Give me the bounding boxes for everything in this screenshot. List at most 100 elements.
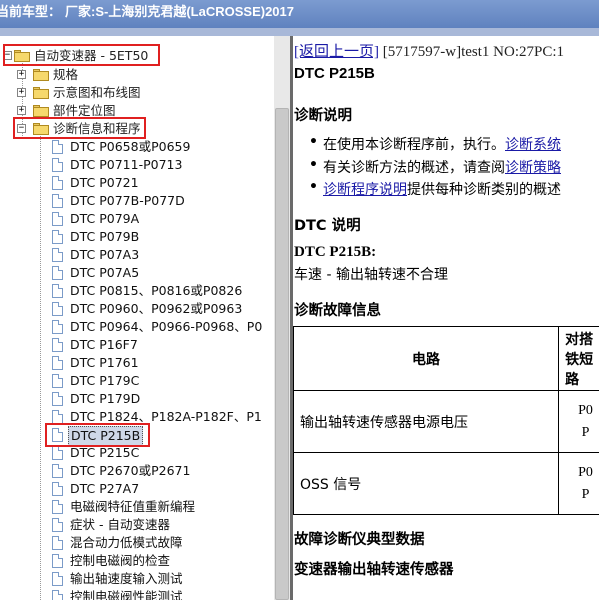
table-header-row: 电路 对搭铁短路 (293, 326, 599, 391)
tree-item[interactable]: DTC P179D (0, 390, 274, 408)
tree-item[interactable]: DTC P077B-P077D (0, 192, 274, 210)
doc-id: [5717597-w]test1 NO:27PC:1 (382, 44, 564, 60)
folder-icon (33, 69, 49, 81)
toolbar-strip (0, 28, 599, 36)
table-cell-code: P0 P (558, 390, 599, 453)
tree-item[interactable]: DTC P27A7 (0, 480, 274, 498)
tree-item-label: 控制电磁阀的检查 (70, 553, 171, 568)
bullet-item: 有关诊断方法的概述，请查阅诊断策略 (309, 157, 561, 177)
tree-item-label: DTC P0711-P0713 (70, 157, 183, 172)
table-cell-code: P0 P (558, 452, 599, 515)
document-icon (52, 518, 63, 532)
table-cell: OSS 信号 (293, 452, 560, 515)
tree-item[interactable]: DTC P07A5 (0, 264, 274, 282)
tree-item[interactable]: DTC P1761 (0, 354, 274, 372)
tree-item-label: DTC P0815、P0816或P0826 (70, 283, 243, 298)
document-icon (52, 464, 63, 478)
vehicle-value: 厂家:S-上海别克君越(LaCROSSE)2017 (65, 4, 294, 19)
document-icon (52, 248, 63, 262)
section-fault-info: 诊断故障信息 (294, 303, 381, 319)
highlight-box-selected (45, 423, 150, 447)
tree-item-label: DTC P079A (70, 211, 140, 226)
tree-item[interactable]: DTC P2670或P2671 (0, 462, 274, 480)
document-icon (52, 392, 63, 406)
vehicle-label: 当前车型： (0, 4, 62, 19)
document-icon (52, 320, 63, 334)
dtc-code-line: DTC P215B: (294, 244, 377, 260)
tree-item[interactable]: DTC P07A3 (0, 246, 274, 264)
document-icon (52, 536, 63, 550)
tree-item-label: DTC P07A5 (70, 265, 140, 280)
tree-item[interactable]: 控制电磁阀的检查 (0, 552, 274, 570)
tree-item[interactable]: 症状 - 自动变速器 (0, 516, 274, 534)
tree-item-label: DTC P2670或P2671 (70, 463, 191, 478)
back-link[interactable]: [返回上一页] (294, 44, 379, 60)
section-dtc-desc: DTC 说明 (294, 218, 361, 234)
title-bar: 当前车型： 厂家:S-上海别克君越(LaCROSSE)2017 (0, 0, 599, 28)
document-icon (52, 194, 63, 208)
document-icon (52, 554, 63, 568)
navigation-tree[interactable]: − 自动变速器 - 5ET50 + 规格 + 示意图和布线图 + 部件定位图 −… (0, 36, 274, 600)
tree-item-label: DTC P0658或P0659 (70, 139, 191, 154)
section-scan-data: 故障诊断仪典型数据 (294, 532, 425, 548)
link-procedure-description[interactable]: 诊断程序说明 (323, 182, 407, 198)
tree-item[interactable]: 输出轴速度输入测试 (0, 570, 274, 588)
document-icon (52, 356, 63, 370)
expand-icon[interactable]: + (17, 70, 26, 79)
tree-item[interactable]: DTC P079A (0, 210, 274, 228)
tree-item-label: DTC P0721 (70, 175, 139, 190)
tree-item-label: DTC P07A3 (70, 247, 140, 262)
scrollbar-thumb[interactable] (275, 108, 289, 600)
tree-item[interactable]: DTC P0964、P0966-P0968、P0 (0, 318, 274, 336)
tree-item[interactable]: 电磁阀特征值重新编程 (0, 498, 274, 516)
document-icon (52, 482, 63, 496)
folder-icon (33, 105, 49, 117)
tree-item[interactable]: DTC P0815、P0816或P0826 (0, 282, 274, 300)
tree-item-label: DTC P0964、P0966-P0968、P0 (70, 319, 263, 334)
tree-item-label: 混合动力低模式故障 (70, 535, 183, 550)
expand-icon[interactable]: + (17, 88, 26, 97)
tree-item[interactable]: DTC P0721 (0, 174, 274, 192)
tree-item[interactable]: DTC P0711-P0713 (0, 156, 274, 174)
bullet-item: 诊断程序说明提供每种诊断类别的概述 (309, 179, 561, 199)
tree-item[interactable]: 混合动力低模式故障 (0, 534, 274, 552)
document-icon (52, 374, 63, 388)
link-diagnostic-system[interactable]: 诊断系统 (505, 137, 561, 153)
tree-item-label: 输出轴速度输入测试 (70, 571, 183, 586)
document-icon (52, 590, 63, 600)
document-icon (52, 158, 63, 172)
folder-icon (33, 87, 49, 99)
tree-item[interactable]: DTC P079B (0, 228, 274, 246)
link-diagnostic-strategy[interactable]: 诊断策略 (505, 160, 561, 176)
tree-item[interactable]: DTC P0960、P0962或P0963 (0, 300, 274, 318)
document-icon (52, 338, 63, 352)
breadcrumb: [返回上一页] [5717597-w]test1 NO:27PC:1 (294, 40, 564, 61)
tree-item[interactable]: 控制电磁阀性能测试 (0, 588, 274, 600)
tree-item[interactable]: DTC P179C (0, 372, 274, 390)
section-sensor: 变速器输出轴转速传感器 (294, 562, 454, 578)
bullet-item: 在使用本诊断程序前，执行。诊断系统 (309, 134, 561, 154)
fault-info-table: 电路 对搭铁短路 输出轴转速传感器电源电压 P0 P OSS 信号 P0 P (293, 326, 599, 515)
tree-item-label: 电磁阀特征值重新编程 (70, 499, 196, 514)
tree-item-label: 症状 - 自动变速器 (70, 517, 170, 532)
expand-icon[interactable]: + (17, 106, 26, 115)
tree-item-label: DTC P0960、P0962或P0963 (70, 301, 243, 316)
tree-item[interactable]: DTC P16F7 (0, 336, 274, 354)
column-header: 电路 (293, 326, 560, 391)
tree-node-schematics[interactable]: + 示意图和布线图 (0, 84, 200, 102)
tree-node-label: 规格 (53, 67, 79, 82)
table-cell: 输出轴转速传感器电源电压 (293, 390, 560, 453)
tree-item-label: DTC P16F7 (70, 337, 138, 352)
document-icon (52, 176, 63, 190)
document-icon (52, 266, 63, 280)
dtc-desc-line: 车速 - 输出轴转速不合理 (294, 267, 448, 283)
document-icon (52, 446, 63, 460)
tree-item[interactable]: DTC P0658或P0659 (0, 138, 274, 156)
highlight-box-root (3, 44, 160, 66)
document-icon (52, 212, 63, 226)
tree-node-specs[interactable]: + 规格 (0, 66, 200, 84)
document-icon (52, 140, 63, 154)
page-title: DTC P215B (294, 65, 375, 82)
document-icon (52, 572, 63, 586)
tree-item-label: DTC P179D (70, 391, 141, 406)
